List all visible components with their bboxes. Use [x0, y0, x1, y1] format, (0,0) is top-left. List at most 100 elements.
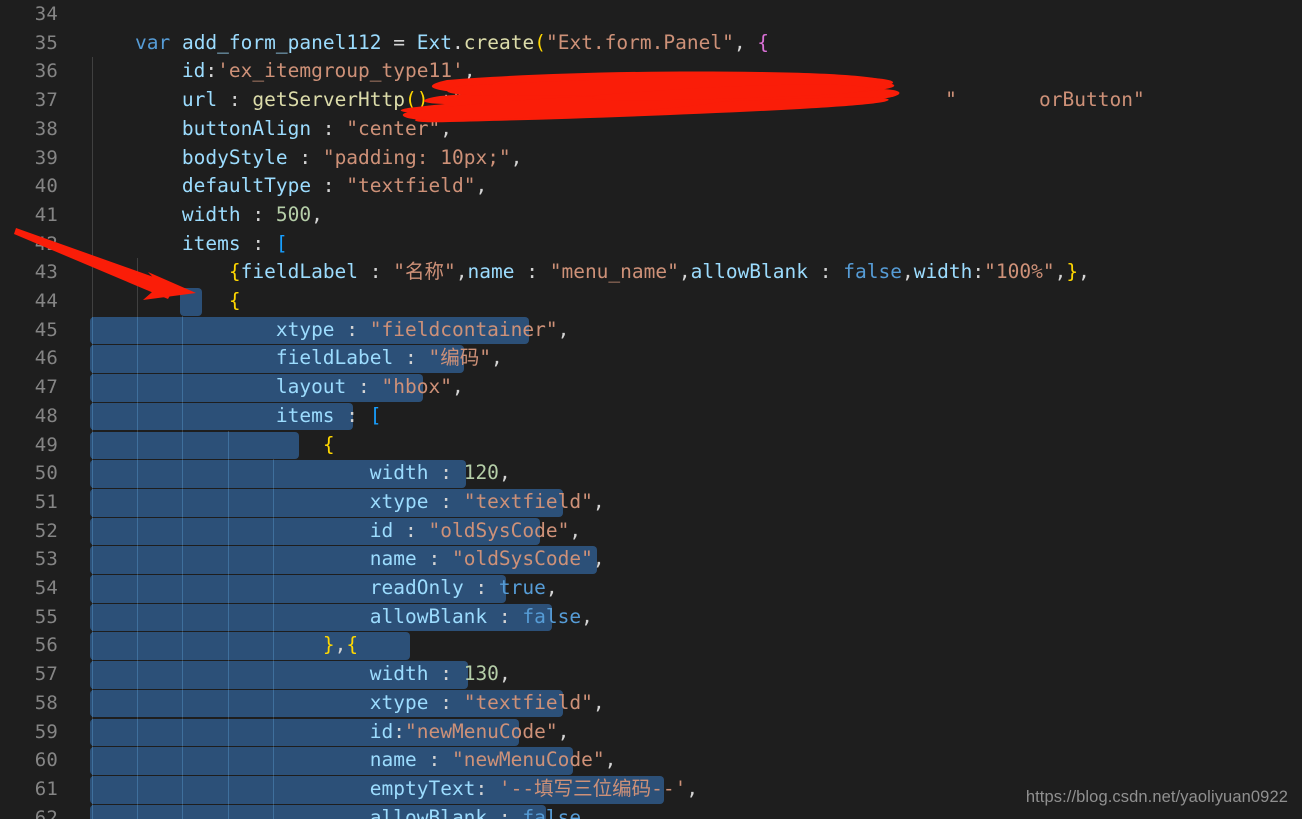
- code-token: :: [240, 202, 276, 226]
- code-token: ,: [475, 174, 488, 198]
- code-line[interactable]: {: [88, 287, 241, 316]
- code-line[interactable]: emptyText: '--填写三位编码--',: [88, 775, 698, 804]
- code-line[interactable]: allowBlank : false,: [88, 804, 593, 819]
- line-number: 46: [34, 347, 58, 370]
- code-line[interactable]: width : 500,: [88, 201, 323, 230]
- code-line[interactable]: items : [: [88, 402, 382, 431]
- code-line[interactable]: buttonAlign : "center",: [88, 115, 452, 144]
- code-line[interactable]: {fieldLabel : "名称",name : "menu_name",al…: [88, 258, 1090, 287]
- code-token: }: [1066, 260, 1079, 284]
- code-token: ,: [592, 547, 605, 571]
- line-number: 38: [34, 117, 58, 140]
- code-line[interactable]: },{: [88, 631, 358, 660]
- code-token: "newMenuCode": [405, 719, 558, 743]
- line-number: 43: [34, 261, 58, 284]
- line-number: 53: [34, 548, 58, 571]
- code-line[interactable]: url : getServerHttp() +"/hh-bar,pp,y u "…: [88, 86, 1145, 115]
- code-line[interactable]: xtype : "fieldcontainer",: [88, 316, 570, 345]
- code-line[interactable]: xtype : "textfield",: [88, 488, 605, 517]
- code-line[interactable]: name : "newMenuCode",: [88, 746, 617, 775]
- code-line[interactable]: width : 120,: [88, 459, 511, 488]
- code-line[interactable]: items : [: [88, 230, 288, 259]
- line-number: 52: [34, 519, 58, 542]
- line-number: 39: [34, 146, 58, 169]
- code-token: (): [405, 88, 429, 112]
- code-token: "编码": [428, 346, 491, 370]
- code-line[interactable]: layout : "hbox",: [88, 373, 464, 402]
- code-token: [: [369, 403, 382, 427]
- code-token: u: [733, 88, 746, 112]
- line-number: 55: [34, 605, 58, 628]
- code-token: :: [416, 748, 452, 772]
- line-number-gutter[interactable]: 34 35 36 37 38 39 40 41 42 43 44 45 46 47 48 49 50 51 52 53…: [0, 0, 72, 819]
- code-token: (: [534, 30, 546, 54]
- code-line[interactable]: width : 130,: [88, 660, 511, 689]
- code-line[interactable]: name : "oldSysCode",: [88, 545, 605, 574]
- code-token: ,: [901, 260, 914, 284]
- code-line[interactable]: allowBlank : false,: [88, 603, 593, 632]
- code-token: .: [452, 30, 464, 54]
- code-line[interactable]: id:'ex_itemgroup_type11',: [88, 57, 476, 86]
- code-token: }: [322, 633, 335, 657]
- code-token: :: [287, 145, 323, 169]
- code-token: false: [843, 260, 902, 284]
- code-token: true: [498, 576, 546, 599]
- line-number: 54: [34, 577, 58, 599]
- code-line[interactable]: id:"newMenuCode",: [88, 718, 570, 747]
- code-editor[interactable]: var add_form_panel112 = Ext.create("Ext.…: [0, 0, 1302, 819]
- code-token: url: [181, 88, 218, 112]
- code-token: "名称": [393, 260, 456, 284]
- code-token: "textfield": [346, 174, 476, 198]
- line-number: 44: [34, 290, 58, 312]
- code-token: "padding: 10px;": [322, 145, 511, 169]
- code-line[interactable]: fieldLabel : "编码",: [88, 344, 503, 373]
- code-line[interactable]: readOnly : true,: [88, 574, 558, 603]
- code-surface[interactable]: var add_form_panel112 = Ext.create("Ext.…: [0, 0, 1302, 819]
- line-number: 51: [34, 490, 58, 513]
- code-token: :: [346, 375, 382, 399]
- code-token: "textfield": [463, 690, 593, 714]
- code-token: :: [428, 690, 464, 714]
- code-token: "hbox": [381, 375, 452, 399]
- code-token: ,: [498, 461, 511, 485]
- code-token: :: [240, 231, 276, 255]
- code-token: var: [134, 30, 171, 54]
- code-token: ,pp,y: [545, 88, 605, 112]
- code-token: ,: [440, 116, 452, 140]
- code-token: ,: [686, 776, 699, 800]
- code-line[interactable]: id : "oldSysCode",: [88, 517, 581, 546]
- code-token: xtype: [275, 317, 335, 341]
- code-token: name: [467, 260, 515, 284]
- code-line[interactable]: var add_form_panel112 = Ext.create("Ext.…: [88, 29, 769, 58]
- code-token: :: [475, 776, 499, 800]
- code-line[interactable]: bodyStyle : "padding: 10px;",: [88, 144, 523, 173]
- code-line[interactable]: {: [88, 431, 335, 460]
- code-line[interactable]: defaultType : "textfield",: [88, 172, 487, 201]
- code-token: :: [393, 346, 429, 370]
- code-token: :: [514, 260, 550, 284]
- code-token: :: [334, 403, 370, 427]
- code-token: ,: [557, 317, 570, 341]
- line-number: 41: [34, 203, 58, 226]
- line-number: 34: [34, 3, 58, 25]
- code-line[interactable]: xtype : "textfield",: [88, 689, 605, 718]
- line-number: 62: [34, 806, 58, 819]
- code-token: :: [393, 518, 429, 542]
- code-token: :: [972, 260, 985, 284]
